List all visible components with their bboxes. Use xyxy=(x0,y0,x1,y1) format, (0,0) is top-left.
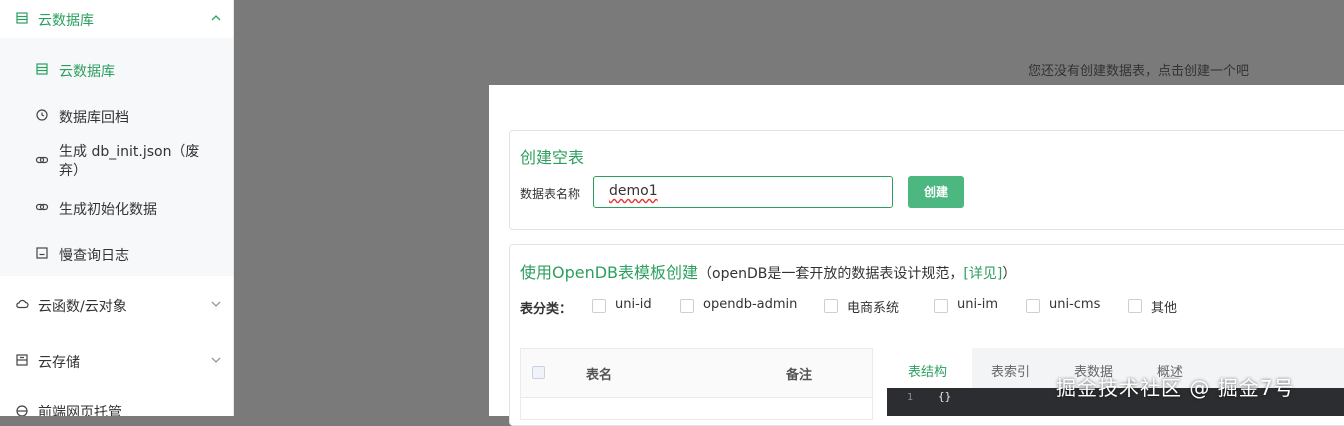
database-icon xyxy=(16,12,28,24)
opendb-desc-prefix: （openDB是一套开放的数据表设计规范， xyxy=(698,266,964,282)
category-option-label: 其他 xyxy=(1151,301,1178,316)
category-label: 表分类： xyxy=(520,302,573,317)
sidebar-subitem-label: 云数据库 xyxy=(59,64,115,80)
category-option[interactable]: 电商系统 xyxy=(824,296,924,316)
sidebar-subitem-label: 慢查询日志 xyxy=(59,248,129,264)
database-icon xyxy=(36,63,48,75)
sidebar-subitem-label: 生成初始化数据 xyxy=(59,202,157,218)
select-all-checkbox[interactable] xyxy=(532,366,545,379)
tab-schema[interactable]: 表结构 xyxy=(908,361,947,380)
category-option-label: uni-id xyxy=(615,297,652,312)
category-option[interactable]: uni-cms xyxy=(1026,296,1116,316)
sidebar-subitem-dbinit[interactable]: 生成 db_init.json（废弃） xyxy=(0,142,233,184)
sidebar-item-label: 云函数/云对象 xyxy=(38,299,127,315)
sidebar-item-label: 前端网页托管 xyxy=(38,405,122,416)
cloud-icon xyxy=(16,299,29,309)
category-option[interactable]: uni-im xyxy=(934,296,1014,316)
chevron-down-icon xyxy=(211,357,221,363)
category-option[interactable]: uni-id xyxy=(592,296,662,316)
category-option[interactable]: opendb-admin xyxy=(680,296,810,316)
sidebar-item-functions[interactable]: 云函数/云对象 xyxy=(0,284,233,324)
column-header-note: 备注 xyxy=(786,368,813,383)
empty-hint: 您还没有创建数据表，点击创建一个吧 xyxy=(1028,64,1250,79)
sidebar-subitem-slow-log[interactable]: 慢查询日志 xyxy=(0,242,233,266)
create-empty-table-card: 创建空表 数据表名称 demo1 创建 xyxy=(509,130,1344,230)
log-icon xyxy=(36,247,48,259)
column-header-name: 表名 xyxy=(586,368,613,383)
category-checkbox[interactable] xyxy=(824,299,838,313)
tab-index[interactable]: 表索引 xyxy=(991,361,1030,380)
sidebar-item-label: 云存储 xyxy=(38,355,80,371)
create-button[interactable]: 创建 xyxy=(908,176,964,208)
category-checkbox[interactable] xyxy=(1026,299,1040,313)
sidebar-subitem-label: 生成 db_init.json（废弃） xyxy=(59,144,200,179)
category-option-label: opendb-admin xyxy=(703,297,798,312)
category-checkbox[interactable] xyxy=(1128,299,1142,313)
table-header xyxy=(521,349,872,398)
category-checkbox[interactable] xyxy=(680,299,694,313)
sidebar: 云数据库 云数据库 数据库回档 生成 db_init.json（废弃） 生成初始… xyxy=(0,0,234,416)
chevron-up-icon xyxy=(211,15,221,21)
sidebar-item-database[interactable]: 云数据库 xyxy=(0,0,233,38)
globe-icon xyxy=(16,405,28,416)
clock-icon xyxy=(36,109,48,121)
line-number: 1 xyxy=(907,392,914,403)
opendb-details-link[interactable]: [详见] xyxy=(963,266,1002,282)
watermark-text: 掘金技术社区 @ 掘金7号 xyxy=(1056,376,1295,400)
chevron-down-icon xyxy=(211,301,221,307)
card-title: 使用OpenDB表模板创建 xyxy=(520,263,699,282)
sidebar-subitem-init-data[interactable]: 生成初始化数据 xyxy=(0,196,233,220)
category-checkbox[interactable] xyxy=(934,299,948,313)
link-icon xyxy=(35,203,49,211)
table-name-input[interactable]: demo1 xyxy=(593,176,893,208)
sidebar-subitem-rollback[interactable]: 数据库回档 xyxy=(0,104,233,128)
sidebar-subitem-database[interactable]: 云数据库 xyxy=(0,58,233,82)
card-title: 创建空表 xyxy=(520,148,585,167)
storage-icon xyxy=(16,354,28,366)
sidebar-subitem-label: 数据库回档 xyxy=(59,110,129,126)
category-option-label: 电商系统 xyxy=(847,301,900,316)
category-checkbox[interactable] xyxy=(592,299,606,313)
table-name-value: demo1 xyxy=(609,183,658,199)
sidebar-item-label: 云数据库 xyxy=(38,13,94,29)
template-table: 表名 备注 xyxy=(520,348,873,420)
table-name-label: 数据表名称 xyxy=(520,187,581,201)
sidebar-item-storage[interactable]: 云存储 xyxy=(0,340,233,380)
code-content: {} xyxy=(938,390,952,403)
category-option-label: uni-im xyxy=(957,297,999,312)
category-option[interactable]: 其他 xyxy=(1128,296,1198,316)
sidebar-item-hosting[interactable]: 前端网页托管 xyxy=(0,396,233,416)
link-icon xyxy=(35,156,49,164)
category-option-label: uni-cms xyxy=(1049,297,1101,312)
opendb-desc-suffix: ） xyxy=(1002,266,1017,282)
